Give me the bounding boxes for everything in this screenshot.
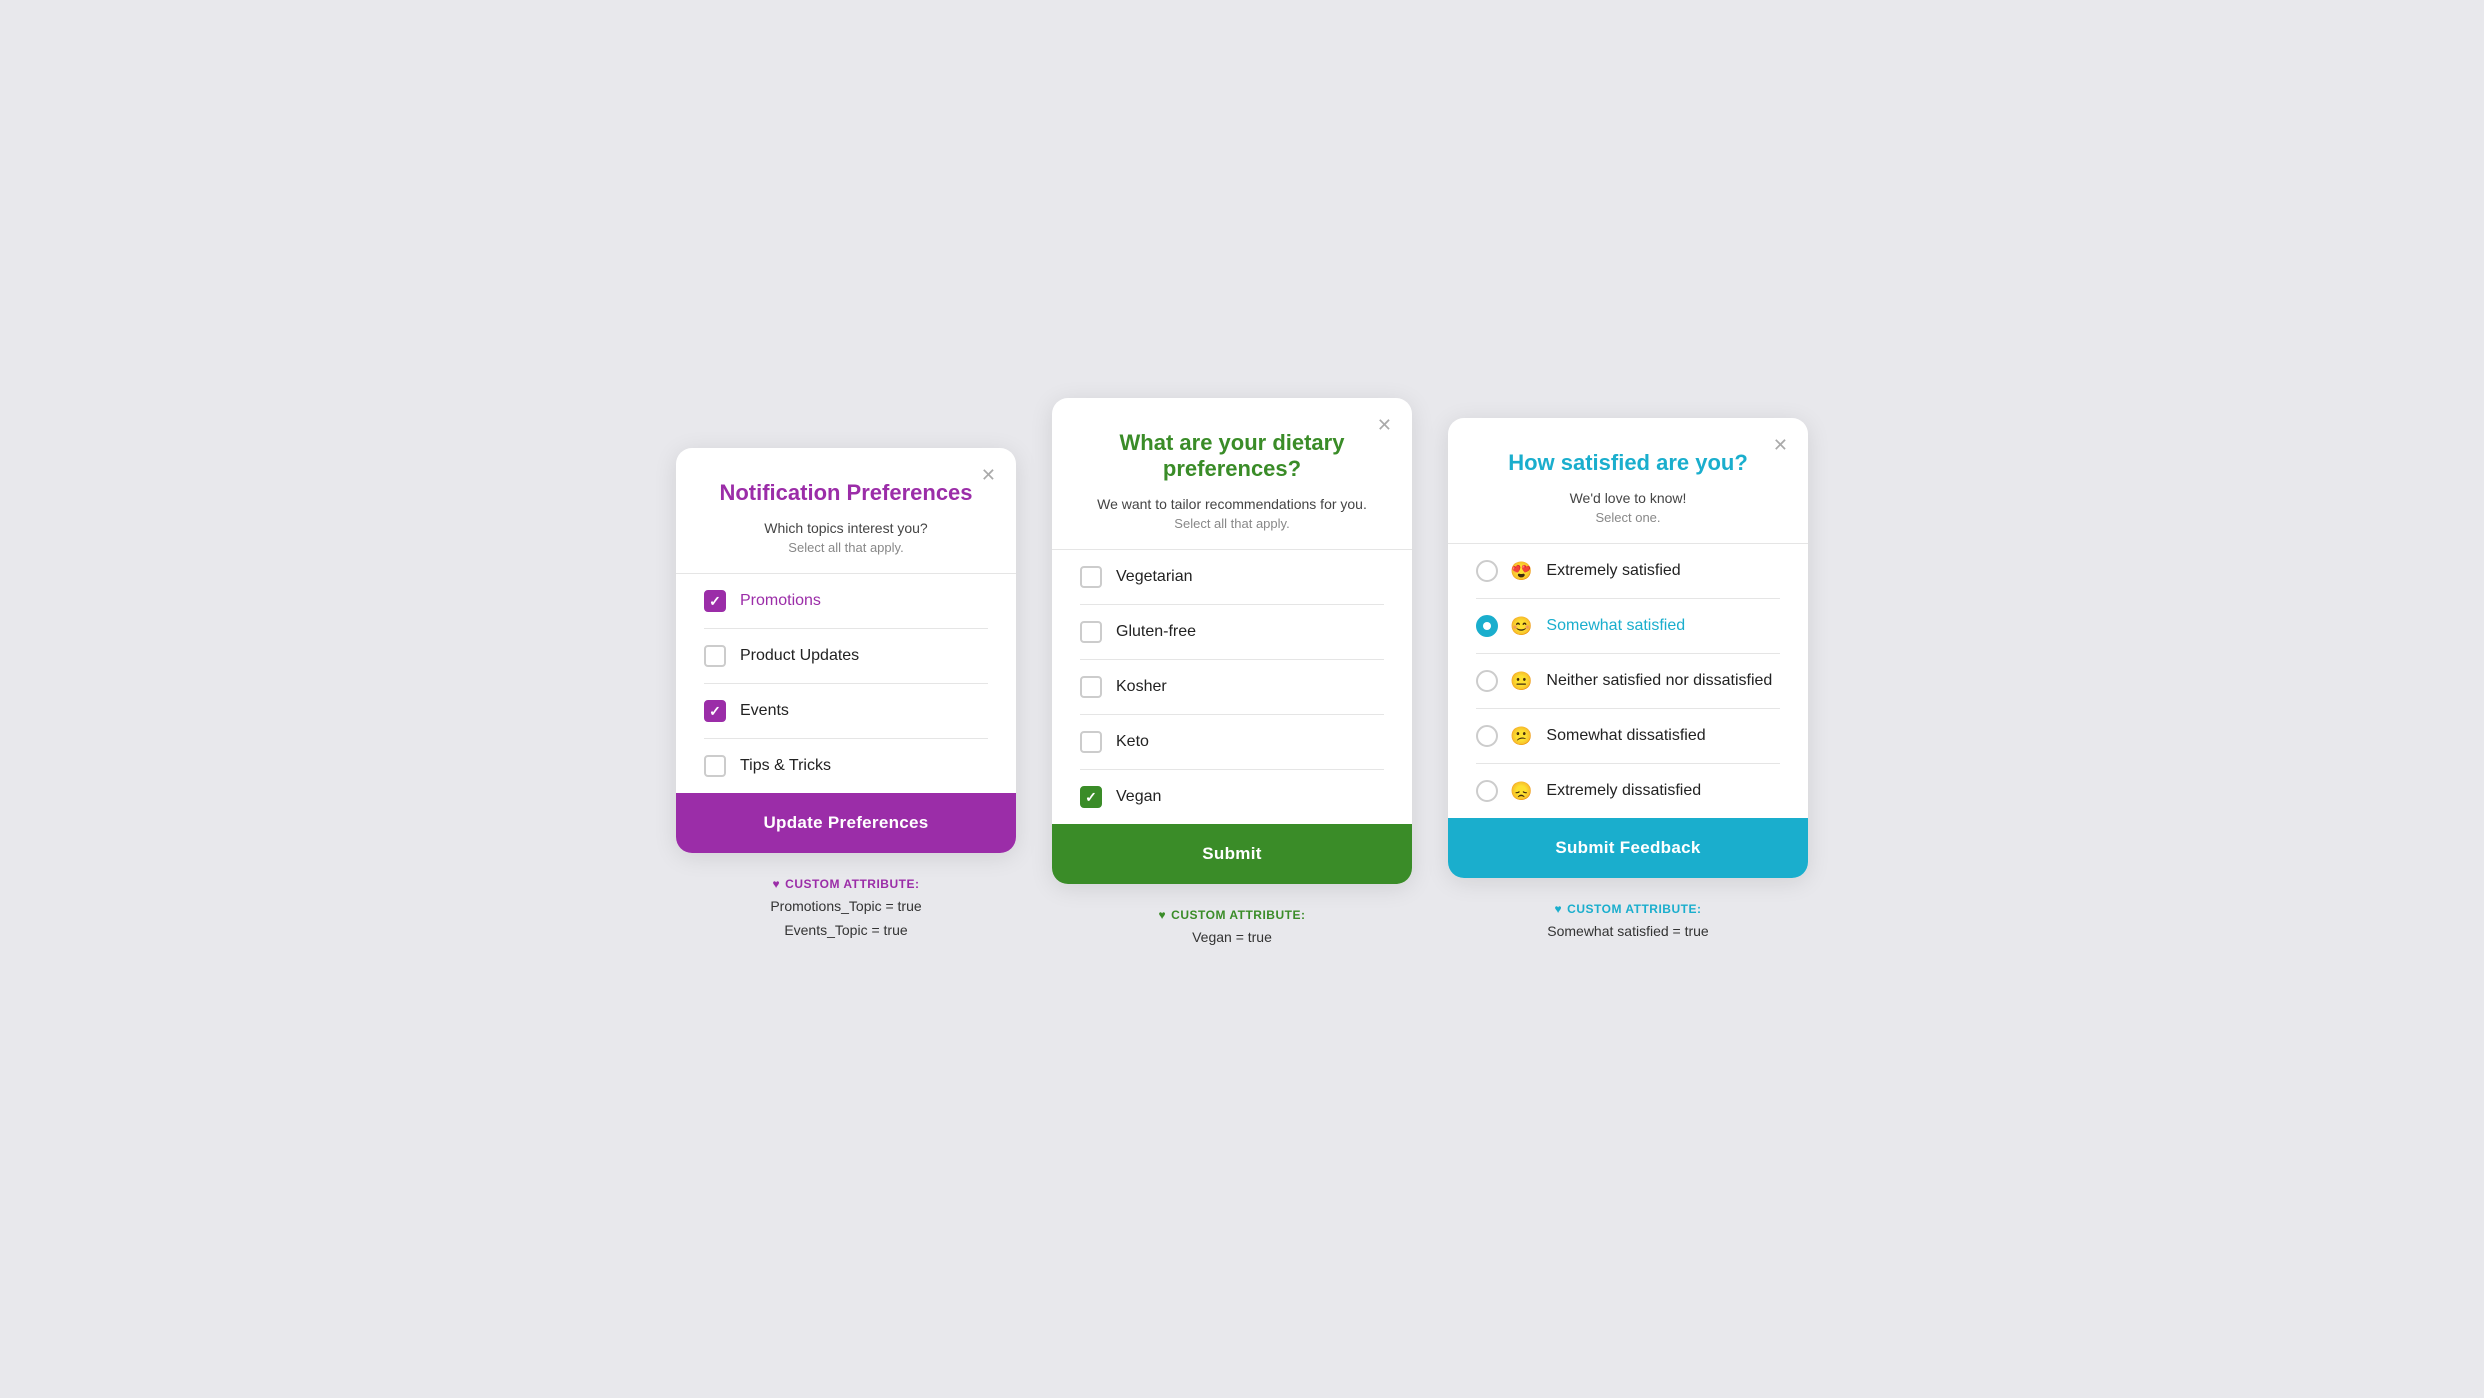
checkbox-kosher-label: Kosher: [1116, 678, 1167, 696]
checkbox-kosher[interactable]: Kosher: [1080, 660, 1384, 715]
checkbox-vegetarian-label: Vegetarian: [1116, 568, 1193, 586]
notification-title: Notification Preferences: [704, 480, 988, 506]
radio-extremely-dissatisfied-label: Extremely dissatisfied: [1546, 782, 1701, 800]
dietary-modal-inner: What are your dietary preferences? We wa…: [1052, 398, 1412, 824]
close-button-middle[interactable]: ✕: [1373, 412, 1396, 438]
close-button-left[interactable]: ✕: [977, 462, 1000, 488]
radio-somewhat-dissatisfied[interactable]: 😕 Somewhat dissatisfied: [1476, 709, 1780, 764]
right-custom-attr-title: ♥ CUSTOM ATTRIBUTE:: [1547, 902, 1708, 916]
checkbox-vegetarian-box: [1080, 566, 1102, 588]
radio-somewhat-satisfied[interactable]: 😊 Somewhat satisfied: [1476, 599, 1780, 654]
checkbox-vegetarian[interactable]: Vegetarian: [1080, 550, 1384, 605]
checkbox-product-updates-box: [704, 645, 726, 667]
checkbox-keto-box: [1080, 731, 1102, 753]
right-custom-attr-values: Somewhat satisfied = true: [1547, 920, 1708, 944]
update-preferences-button[interactable]: Update Preferences: [676, 793, 1016, 853]
radio-neutral[interactable]: 😐 Neither satisfied nor dissatisfied: [1476, 654, 1780, 709]
checkbox-gluten-free-box: [1080, 621, 1102, 643]
middle-panel-wrapper: ✕ What are your dietary preferences? We …: [1052, 448, 1412, 950]
satisfaction-modal: ✕ How satisfied are you? We'd love to kn…: [1448, 418, 1808, 878]
heart-icon-middle: ♥: [1159, 908, 1167, 922]
emoji-somewhat-satisfied: 😊: [1510, 616, 1532, 637]
left-custom-attr-title: ♥ CUSTOM ATTRIBUTE:: [770, 877, 921, 891]
checkbox-tips-tricks-label: Tips & Tricks: [740, 757, 831, 775]
notification-subtitle: Which topics interest you?: [704, 520, 988, 536]
checkmark: ✓: [709, 594, 721, 608]
checkbox-keto-label: Keto: [1116, 733, 1149, 751]
checkbox-promotions-box: ✓: [704, 590, 726, 612]
left-custom-attr: ♥ CUSTOM ATTRIBUTE: Promotions_Topic = t…: [770, 877, 921, 943]
checkbox-events-box: ✓: [704, 700, 726, 722]
notification-modal: ✕ Notification Preferences Which topics …: [676, 448, 1016, 853]
radio-neutral-label: Neither satisfied nor dissatisfied: [1546, 672, 1772, 690]
checkbox-promotions[interactable]: ✓ Promotions: [704, 574, 988, 629]
heart-icon-left: ♥: [773, 877, 781, 891]
close-button-right[interactable]: ✕: [1769, 432, 1792, 458]
radio-extremely-dissatisfied[interactable]: 😞 Extremely dissatisfied: [1476, 764, 1780, 818]
satisfaction-modal-inner: How satisfied are you? We'd love to know…: [1448, 418, 1808, 818]
checkmark: ✓: [709, 704, 721, 718]
radio-extremely-satisfied[interactable]: 😍 Extremely satisfied: [1476, 544, 1780, 599]
checkbox-gluten-free[interactable]: Gluten-free: [1080, 605, 1384, 660]
notification-instruction: Select all that apply.: [704, 540, 988, 555]
radio-neutral-circle: [1476, 670, 1498, 692]
right-custom-attr: ♥ CUSTOM ATTRIBUTE: Somewhat satisfied =…: [1547, 902, 1708, 944]
dietary-title: What are your dietary preferences?: [1080, 430, 1384, 482]
middle-custom-attr-values: Vegan = true: [1159, 926, 1306, 950]
checkbox-tips-tricks[interactable]: Tips & Tricks: [704, 739, 988, 793]
satisfaction-title: How satisfied are you?: [1476, 450, 1780, 476]
checkmark: ✓: [1085, 790, 1097, 804]
checkbox-events-label: Events: [740, 702, 789, 720]
notification-modal-inner: Notification Preferences Which topics in…: [676, 448, 1016, 793]
checkbox-gluten-free-label: Gluten-free: [1116, 623, 1196, 641]
submit-dietary-button[interactable]: Submit: [1052, 824, 1412, 884]
middle-custom-attr: ♥ CUSTOM ATTRIBUTE: Vegan = true: [1159, 908, 1306, 950]
checkbox-vegan[interactable]: ✓ Vegan: [1080, 770, 1384, 824]
satisfaction-instruction: Select one.: [1476, 510, 1780, 525]
dietary-modal: ✕ What are your dietary preferences? We …: [1052, 398, 1412, 884]
middle-custom-attr-title: ♥ CUSTOM ATTRIBUTE:: [1159, 908, 1306, 922]
checkbox-product-updates[interactable]: Product Updates: [704, 629, 988, 684]
dietary-subtitle: We want to tailor recommendations for yo…: [1080, 496, 1384, 512]
satisfaction-subtitle: We'd love to know!: [1476, 490, 1780, 506]
checkbox-kosher-box: [1080, 676, 1102, 698]
checkbox-promotions-label: Promotions: [740, 592, 821, 610]
page-container: ✕ Notification Preferences Which topics …: [642, 448, 1842, 950]
emoji-neutral: 😐: [1510, 671, 1532, 692]
right-panel-wrapper: ✕ How satisfied are you? We'd love to kn…: [1448, 448, 1808, 944]
left-custom-attr-values: Promotions_Topic = trueEvents_Topic = tr…: [770, 895, 921, 943]
emoji-somewhat-dissatisfied: 😕: [1510, 726, 1532, 747]
radio-somewhat-satisfied-circle: [1476, 615, 1498, 637]
emoji-extremely-dissatisfied: 😞: [1510, 781, 1532, 802]
emoji-extremely-satisfied: 😍: [1510, 561, 1532, 582]
heart-icon-right: ♥: [1555, 902, 1563, 916]
checkbox-vegan-box: ✓: [1080, 786, 1102, 808]
checkbox-product-updates-label: Product Updates: [740, 647, 859, 665]
dietary-instruction: Select all that apply.: [1080, 516, 1384, 531]
radio-extremely-dissatisfied-circle: [1476, 780, 1498, 802]
radio-extremely-satisfied-label: Extremely satisfied: [1546, 562, 1680, 580]
radio-somewhat-dissatisfied-label: Somewhat dissatisfied: [1546, 727, 1705, 745]
submit-feedback-button[interactable]: Submit Feedback: [1448, 818, 1808, 878]
radio-somewhat-satisfied-label: Somewhat satisfied: [1546, 617, 1685, 635]
checkbox-keto[interactable]: Keto: [1080, 715, 1384, 770]
checkbox-vegan-label: Vegan: [1116, 788, 1161, 806]
left-panel-wrapper: ✕ Notification Preferences Which topics …: [676, 448, 1016, 943]
radio-somewhat-dissatisfied-circle: [1476, 725, 1498, 747]
checkbox-events[interactable]: ✓ Events: [704, 684, 988, 739]
checkbox-tips-tricks-box: [704, 755, 726, 777]
radio-extremely-satisfied-circle: [1476, 560, 1498, 582]
